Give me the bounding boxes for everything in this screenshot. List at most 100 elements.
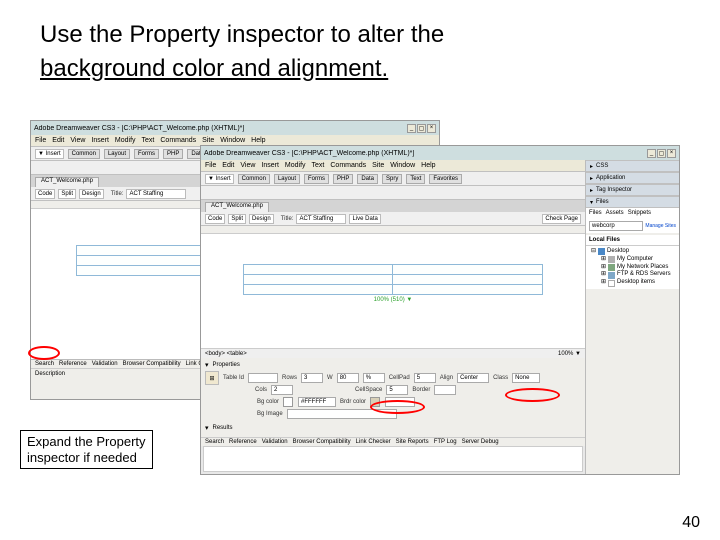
close-icon[interactable]: × [667,149,676,158]
tree-node[interactable]: ⊞My Computer [589,256,676,264]
insert-tab[interactable]: Spry [382,174,402,184]
results-tab[interactable]: Validation [262,439,288,445]
minimize-icon[interactable]: _ [647,149,656,158]
maximize-icon[interactable]: ▢ [657,149,666,158]
cellpad-input[interactable]: 5 [414,373,436,383]
chevron-down-icon[interactable]: ▾ [205,424,209,432]
design-view-button[interactable]: Design [79,189,104,199]
results-tab[interactable]: Reference [229,439,257,445]
menu-item[interactable]: Window [220,137,245,144]
code-view-button[interactable]: Code [205,214,225,224]
brdrcolor-swatch[interactable] [370,397,380,407]
rows-input[interactable]: 3 [301,373,323,383]
results-tab[interactable]: Search [205,439,224,445]
chevron-down-icon[interactable]: ▾ [205,361,209,369]
insert-tab[interactable]: PHP [163,149,183,159]
menu-item[interactable]: Site [202,137,214,144]
w-unit-select[interactable]: % [363,373,385,383]
files-tab[interactable]: Files [589,210,602,217]
doc-tab[interactable]: ACT_Welcome.php [205,202,269,212]
code-view-button[interactable]: Code [35,189,55,199]
menu-item[interactable]: Insert [91,137,109,144]
menu-item[interactable]: Text [312,162,325,169]
insert-tab[interactable]: PHP [333,174,353,184]
table-on-canvas[interactable]: 100% (510) ▼ [243,264,543,303]
align-select[interactable]: Center [457,373,489,383]
zoom-indicator[interactable]: 100% ▼ [558,351,581,357]
insert-panel-toggle[interactable]: ▼ Insert [35,149,64,159]
results-tab[interactable]: FTP Log [434,439,457,445]
menu-item[interactable]: Modify [285,162,306,169]
menu-item[interactable]: File [35,137,46,144]
menu-item[interactable]: Commands [330,162,366,169]
bgcolor-swatch[interactable] [283,397,293,407]
title-input[interactable]: ACT Staffing [126,189,186,199]
w-input[interactable]: 80 [337,373,359,383]
check-page-button[interactable]: Check Page [542,214,581,224]
insert-tab[interactable]: Common [68,149,100,159]
menu-item[interactable]: Modify [115,137,136,144]
menu-item[interactable]: Site [372,162,384,169]
cellspace-input[interactable]: 5 [386,385,408,395]
cols-input[interactable]: 2 [271,385,293,395]
menu-item[interactable]: Edit [52,137,64,144]
bgcolor-input[interactable]: #FFFFFF [298,397,336,407]
menu-item[interactable]: View [240,162,255,169]
results-tab[interactable]: Browser Compatibility [293,439,351,445]
results-tab[interactable]: Site Reports [396,439,429,445]
results-tab[interactable]: Link Checker [356,439,391,445]
lower-tab[interactable]: Search [35,361,54,367]
menu-item[interactable]: View [70,137,85,144]
bgimage-input[interactable] [287,409,397,419]
insert-tab[interactable]: Favorites [429,174,462,184]
lower-tab[interactable]: Reference [59,361,87,367]
menu-item[interactable]: Commands [160,137,196,144]
menu-item[interactable]: Edit [222,162,234,169]
split-view-button[interactable]: Split [58,189,76,199]
tag-selector[interactable]: <body> <table> [205,351,247,357]
insert-tab[interactable]: Common [238,174,270,184]
maximize-icon[interactable]: ▢ [417,124,426,133]
tree-node[interactable]: ⊞My Network Places [589,264,676,272]
menu-item[interactable]: Help [421,162,435,169]
lower-tab[interactable]: Browser Compatibility [123,361,181,367]
panel-header-css[interactable]: ▸CSS [586,160,679,172]
panel-header-files[interactable]: ▾Files [586,196,679,208]
panel-header-taginspector[interactable]: ▸Tag Inspector [586,184,679,196]
insert-tab[interactable]: Forms [304,174,329,184]
panel-header-application[interactable]: ▸Application [586,172,679,184]
site-select[interactable]: webcorp [589,221,643,231]
menu-item[interactable]: Window [390,162,415,169]
design-view-button[interactable]: Design [249,214,274,224]
menu-item[interactable]: Help [251,137,265,144]
border-input[interactable] [434,385,456,395]
results-tab[interactable]: Server Debug [462,439,499,445]
files-tab[interactable]: Assets [606,210,624,217]
tree-node[interactable]: ⊞Desktop items [589,279,676,287]
insert-tab[interactable]: Forms [134,149,159,159]
split-view-button[interactable]: Split [228,214,246,224]
tree-node[interactable]: ⊞FTP & RDS Servers [589,271,676,279]
minimize-icon[interactable]: _ [407,124,416,133]
tree-node[interactable]: ⊟Desktop [589,248,676,256]
right-design-canvas[interactable]: 100% (510) ▼ [201,226,585,348]
title-input[interactable]: ACT Staffing [296,214,346,224]
menu-item[interactable]: Insert [261,162,279,169]
insert-tab[interactable]: Text [406,174,425,184]
tableid-input[interactable] [248,373,278,383]
insert-tab[interactable]: Data [357,174,378,184]
live-data-button[interactable]: Live Data [349,214,380,224]
doc-tab[interactable]: ACT_Welcome.php [35,177,99,187]
menu-item[interactable]: File [205,162,216,169]
lower-tab[interactable]: Validation [92,361,118,367]
insert-tab[interactable]: Layout [274,174,300,184]
insert-tab[interactable]: Layout [104,149,130,159]
slide-heading: Use the Property inspector to alter the … [40,18,680,85]
brdrcolor-input[interactable] [385,397,415,407]
insert-panel-toggle[interactable]: ▼ Insert [205,174,234,184]
manage-sites-link[interactable]: Manage Sites [645,221,676,231]
close-icon[interactable]: × [427,124,436,133]
class-select[interactable]: None [512,373,540,383]
menu-item[interactable]: Text [142,137,155,144]
files-tab[interactable]: Snippets [628,210,651,217]
